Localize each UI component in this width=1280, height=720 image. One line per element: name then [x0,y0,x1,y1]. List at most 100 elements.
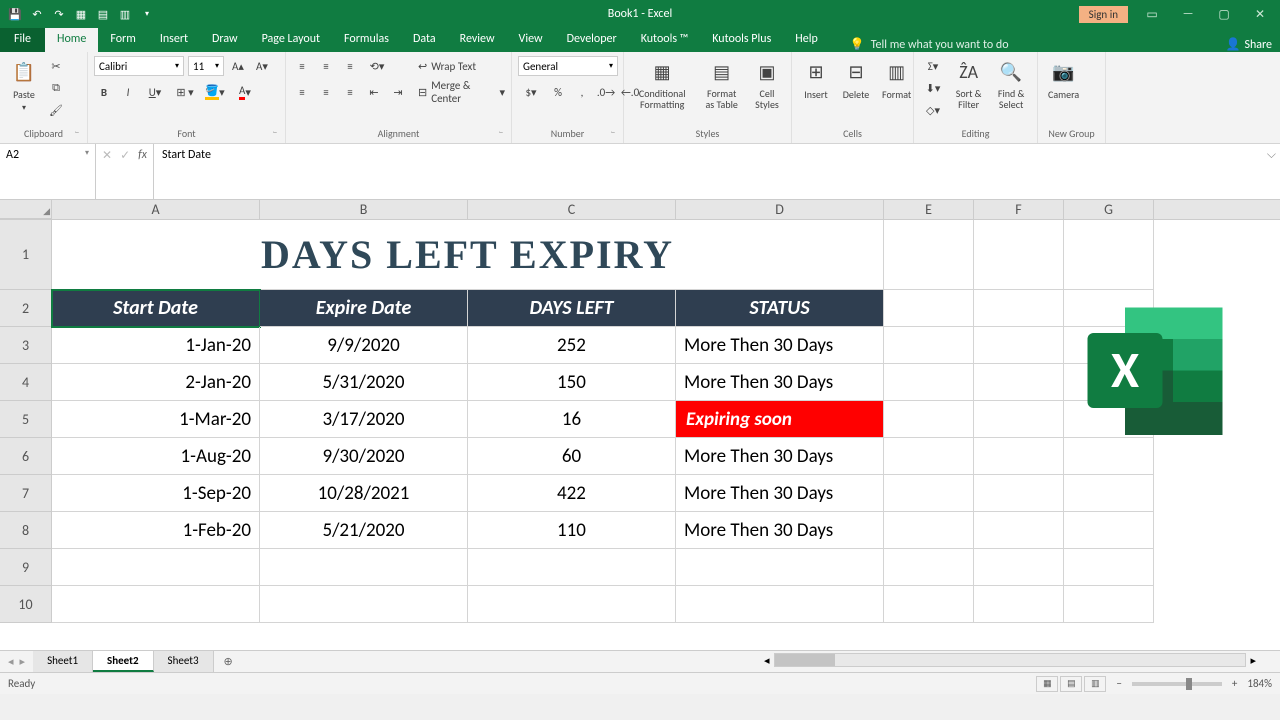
row-header[interactable]: 2 [0,290,52,327]
file-tab[interactable]: File [0,28,45,52]
enter-formula-icon[interactable]: ✓ [120,148,130,163]
row-header[interactable]: 5 [0,401,52,438]
cell[interactable] [1064,220,1154,290]
cell[interactable] [974,364,1064,401]
tab-developer[interactable]: Developer [555,28,629,52]
cell[interactable] [884,512,974,549]
cell[interactable] [52,549,260,586]
autosum-icon[interactable]: Σ▾ [920,56,946,76]
cell[interactable] [884,549,974,586]
cell[interactable]: 3/17/2020 [260,401,468,438]
delete-cells-button[interactable]: ⊟Delete [838,56,874,103]
cell[interactable] [884,438,974,475]
column-header[interactable]: A [52,200,260,219]
fx-icon[interactable]: fx [138,148,147,162]
sheet-nav-next-icon[interactable]: ▸ [20,655,26,668]
find-select-button[interactable]: 🔍Find & Select [991,56,1031,112]
cell[interactable] [974,549,1064,586]
cell[interactable]: 1-Jan-20 [52,327,260,364]
font-color-button[interactable]: A▾ [232,82,258,102]
camera-button[interactable]: 📷Camera [1044,56,1083,103]
undo-icon[interactable]: ↶ [30,7,44,21]
merge-center-button[interactable]: ⊟ Merge & Center ▾ [418,82,505,102]
column-header[interactable]: G [1064,200,1154,219]
tab-page-layout[interactable]: Page Layout [250,28,332,52]
tab-help[interactable]: Help [783,28,830,52]
clear-icon[interactable]: ◇▾ [920,100,946,120]
fill-icon[interactable]: ⬇▾ [920,78,946,98]
cell[interactable]: 110 [468,512,676,549]
cell[interactable]: 60 [468,438,676,475]
paste-button[interactable]: 📋 Paste ▾ [6,56,42,115]
row-header[interactable]: 1 [0,220,52,290]
tab-home[interactable]: Home [45,28,98,52]
cell[interactable] [884,586,974,623]
sheet-tab[interactable]: Sheet3 [154,651,214,672]
cell[interactable]: 10/28/2021 [260,475,468,512]
cell[interactable]: 5/21/2020 [260,512,468,549]
zoom-in-icon[interactable]: + [1232,677,1237,690]
row-header[interactable]: 6 [0,438,52,475]
wrap-text-button[interactable]: ↩ Wrap Text [418,56,505,76]
insert-cells-button[interactable]: ⊞Insert [798,56,834,103]
zoom-out-icon[interactable]: − [1116,677,1121,690]
column-header[interactable]: E [884,200,974,219]
cell[interactable] [676,586,884,623]
cell[interactable]: 9/30/2020 [260,438,468,475]
increase-indent-icon[interactable]: ⇥ [388,82,408,102]
cell[interactable] [468,549,676,586]
cell[interactable] [884,401,974,438]
tab-formulas[interactable]: Formulas [332,28,401,52]
sheet-tab[interactable]: Sheet2 [93,651,154,672]
italic-button[interactable]: I [118,82,138,102]
percent-format-icon[interactable]: % [548,82,568,102]
format-cells-button[interactable]: ▥Format [878,56,915,103]
format-painter-icon[interactable]: 🖌 [46,100,66,120]
cut-icon[interactable]: ✂ [46,56,66,76]
qat-icon-2[interactable]: ▤ [96,7,110,21]
tab-form[interactable]: Form [98,28,147,52]
orientation-icon[interactable]: ⟲▾ [364,56,390,76]
select-all-corner[interactable]: ◢ [0,200,52,219]
cell[interactable] [1064,586,1154,623]
cell[interactable] [468,586,676,623]
cell[interactable] [884,364,974,401]
cell[interactable] [974,586,1064,623]
minimize-icon[interactable]: — [1176,2,1200,26]
zoom-level[interactable]: 184% [1247,677,1272,690]
status-cell[interactable]: More Then 30 Days [676,475,884,512]
cell[interactable] [974,220,1064,290]
font-name-select[interactable]: Calibri▾ [94,56,184,76]
cancel-formula-icon[interactable]: ✕ [102,148,112,163]
expand-formula-icon[interactable]: ⌵ [1267,148,1276,162]
page-break-view-icon[interactable]: ▥ [1084,676,1106,692]
normal-view-icon[interactable]: ▦ [1036,676,1058,692]
signin-button[interactable]: Sign in [1079,6,1128,23]
accounting-format-icon[interactable]: $▾ [518,82,544,102]
increase-font-icon[interactable]: A▴ [228,56,248,76]
cell[interactable] [884,290,974,327]
sort-filter-button[interactable]: ẐASort & Filter [950,56,987,112]
qat-icon[interactable]: ▦ [74,7,88,21]
row-header[interactable]: 10 [0,586,52,623]
cell-styles-button[interactable]: ▣ Cell Styles [749,56,785,112]
cell[interactable] [260,586,468,623]
align-right-icon[interactable]: ≡ [340,82,360,102]
zoom-slider[interactable] [1132,682,1222,686]
status-cell[interactable]: More Then 30 Days [676,364,884,401]
fill-color-button[interactable]: 🪣▾ [202,82,228,102]
cell[interactable] [974,290,1064,327]
cell[interactable]: 2-Jan-20 [52,364,260,401]
cell[interactable]: 150 [468,364,676,401]
status-cell[interactable]: Expiring soon [676,401,884,438]
decrease-indent-icon[interactable]: ⇤ [364,82,384,102]
cell[interactable] [884,475,974,512]
redo-icon[interactable]: ↷ [52,7,66,21]
cell[interactable] [974,438,1064,475]
cell[interactable]: 5/31/2020 [260,364,468,401]
copy-icon[interactable]: ⧉ [46,78,66,98]
comma-format-icon[interactable]: , [572,82,592,102]
cell[interactable]: 422 [468,475,676,512]
cell[interactable] [1064,512,1154,549]
ribbon-options-icon[interactable]: ▭ [1140,2,1164,26]
